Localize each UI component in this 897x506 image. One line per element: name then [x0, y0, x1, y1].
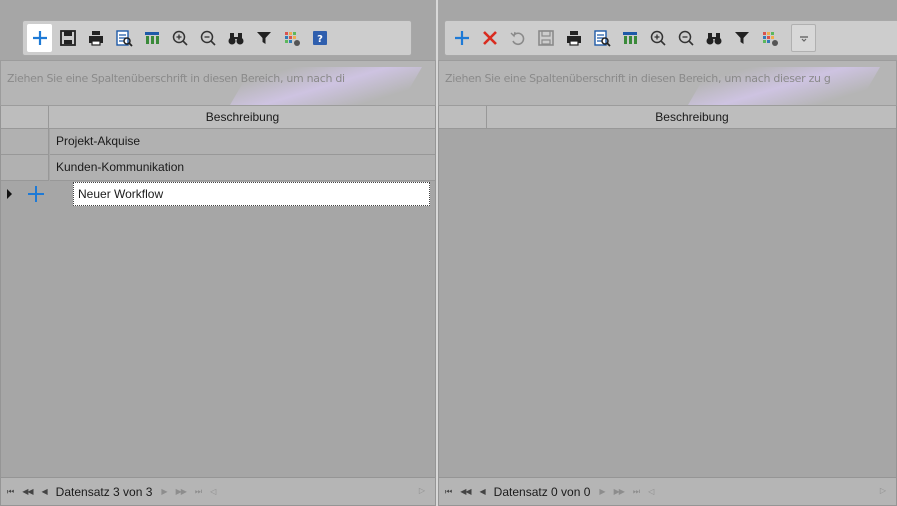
group-panel-hint: Ziehen Sie eine Spaltenüberschrift in di…	[445, 72, 831, 85]
workflow-grid: Beschreibung Projekt-Akquise Kunden-Komm…	[0, 106, 436, 478]
row-indicator	[1, 155, 49, 181]
layout-icon	[284, 32, 300, 46]
table-row[interactable]: Projekt-Akquise	[1, 129, 435, 155]
last-record-button[interactable]: ⏭	[195, 487, 202, 497]
append-record-button[interactable]: ◁	[648, 487, 654, 496]
zoom-out-icon	[200, 30, 216, 46]
next-record-button[interactable]: ▶	[161, 487, 167, 496]
print-icon	[88, 31, 103, 46]
scroll-right-button[interactable]: ▷	[880, 486, 886, 495]
find-icon	[706, 33, 721, 45]
undo-button[interactable]	[505, 24, 530, 52]
help-icon: ?	[312, 31, 327, 45]
svg-text:?: ?	[317, 34, 323, 45]
save-icon	[537, 30, 554, 46]
find-button[interactable]	[223, 24, 248, 52]
next-page-button[interactable]: ▶▶	[176, 487, 187, 496]
layout-button[interactable]	[757, 24, 782, 52]
next-record-button[interactable]: ▶	[599, 487, 605, 496]
more-button[interactable]	[791, 24, 816, 52]
header-indicator-cell	[1, 106, 49, 129]
add-icon	[454, 31, 469, 45]
columns-icon	[622, 32, 637, 44]
filter-icon	[734, 32, 749, 44]
filter-button[interactable]	[251, 24, 276, 52]
preview-icon	[115, 30, 133, 47]
find-button[interactable]	[701, 24, 726, 52]
layout-button[interactable]	[279, 24, 304, 52]
record-status: Datensatz 0 von 0	[493, 484, 591, 499]
append-record-button[interactable]: ◁	[210, 487, 216, 496]
first-record-button[interactable]: ⏮	[7, 487, 14, 497]
previous-page-button[interactable]: ◀◀	[460, 487, 471, 496]
new-row[interactable]: Neuer Workflow	[1, 181, 435, 207]
help-button[interactable]: ?	[307, 24, 332, 52]
delete-icon	[482, 31, 497, 45]
save-button[interactable]	[55, 24, 80, 52]
cell-beschreibung[interactable]: Projekt-Akquise	[50, 129, 435, 155]
row-indicator	[1, 129, 49, 155]
left-toolbar: ?	[22, 20, 412, 56]
group-panel-hint: Ziehen Sie eine Spaltenüberschrift in di…	[7, 72, 345, 85]
zoom-in-button[interactable]	[167, 24, 192, 52]
print-button[interactable]	[561, 24, 586, 52]
preview-button[interactable]	[111, 24, 136, 52]
save-icon	[59, 30, 76, 46]
filter-button[interactable]	[729, 24, 754, 52]
column-header-beschreibung[interactable]: Beschreibung	[50, 106, 435, 129]
undo-icon	[510, 31, 524, 46]
layout-icon	[762, 32, 778, 46]
zoom-in-icon	[172, 30, 188, 46]
more-icon	[799, 36, 808, 42]
column-header-beschreibung[interactable]: Beschreibung	[488, 106, 896, 129]
new-row-plus-icon	[28, 186, 44, 202]
table-row[interactable]: Kunden-Kommunikation	[1, 155, 435, 181]
previous-record-button[interactable]: ◀	[480, 487, 486, 496]
columns-icon	[144, 32, 159, 44]
columns-button[interactable]	[139, 24, 164, 52]
zoom-out-button[interactable]	[673, 24, 698, 52]
new-row-input[interactable]: Neuer Workflow	[73, 182, 430, 206]
next-page-button[interactable]: ▶▶	[614, 487, 625, 496]
save-button[interactable]	[533, 24, 558, 52]
zoom-out-icon	[678, 30, 694, 46]
record-navigator: ⏮ ◀◀ ◀ Datensatz 3 von 3 ▶ ▶▶ ⏭ ◁ ▷	[0, 478, 436, 506]
group-by-panel[interactable]: Ziehen Sie eine Spaltenüberschrift in di…	[438, 60, 897, 106]
columns-button[interactable]	[617, 24, 642, 52]
last-record-button[interactable]: ⏭	[633, 487, 640, 497]
record-navigator: ⏮ ◀◀ ◀ Datensatz 0 von 0 ▶ ▶▶ ⏭ ◁ ▷	[438, 478, 897, 506]
delete-button[interactable]	[477, 24, 502, 52]
add-icon	[32, 31, 47, 45]
grid-header: Beschreibung	[1, 106, 435, 129]
grid-header: Beschreibung	[439, 106, 896, 129]
preview-icon	[593, 30, 611, 47]
current-row-arrow-icon	[7, 189, 12, 199]
left-grid-panel: ? Ziehen Sie eine Spaltenüberschrift in …	[0, 0, 436, 506]
group-by-panel[interactable]: Ziehen Sie eine Spaltenüberschrift in di…	[0, 60, 436, 106]
filter-icon	[256, 32, 271, 44]
zoom-in-button[interactable]	[645, 24, 670, 52]
print-button[interactable]	[83, 24, 108, 52]
right-grid-panel: Ziehen Sie eine Spaltenüberschrift in di…	[438, 0, 897, 506]
row-indicator	[1, 181, 49, 207]
zoom-in-icon	[650, 30, 666, 46]
record-status: Datensatz 3 von 3	[55, 484, 153, 499]
add-button[interactable]	[27, 24, 52, 52]
print-icon	[566, 31, 581, 46]
add-button[interactable]	[449, 24, 474, 52]
first-record-button[interactable]: ⏮	[445, 487, 452, 497]
zoom-out-button[interactable]	[195, 24, 220, 52]
header-indicator-cell	[439, 106, 487, 129]
scroll-right-button[interactable]: ▷	[419, 486, 425, 495]
find-icon	[228, 33, 243, 45]
preview-button[interactable]	[589, 24, 614, 52]
cell-beschreibung[interactable]: Kunden-Kommunikation	[50, 155, 435, 181]
detail-grid: Beschreibung	[438, 106, 897, 478]
previous-page-button[interactable]: ◀◀	[22, 487, 33, 496]
right-toolbar	[444, 20, 897, 56]
previous-record-button[interactable]: ◀	[42, 487, 48, 496]
